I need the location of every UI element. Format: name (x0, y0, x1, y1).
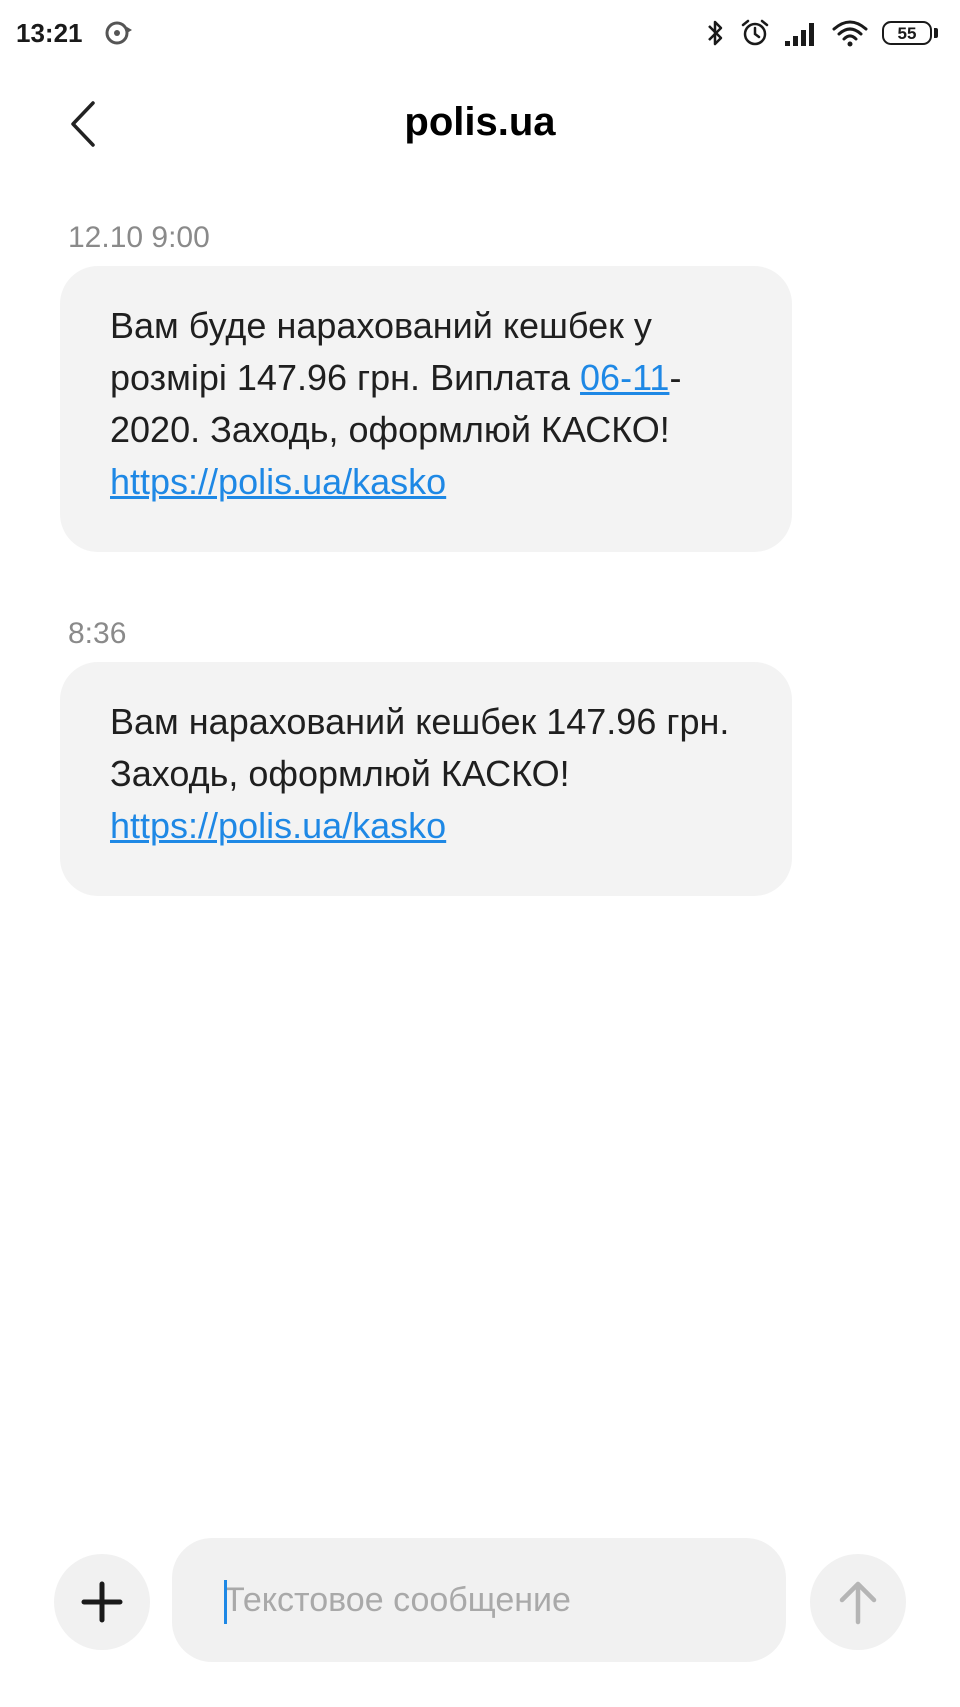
status-time: 13:21 (16, 18, 83, 48)
alarm-icon (741, 19, 769, 46)
message-timestamp: 8:36 (68, 617, 127, 650)
battery-icon: 55 (882, 20, 940, 46)
send-button[interactable] (810, 1554, 906, 1650)
bluetooth-icon (708, 20, 723, 46)
sync-icon (105, 21, 132, 45)
url-link[interactable]: https://polis.ua/kasko (110, 461, 446, 502)
message-input[interactable] (172, 1538, 786, 1662)
status-icons: 55 (704, 16, 940, 50)
status-bar: 13:21 55 (0, 0, 960, 68)
message-bubble[interactable]: Вам буде нарахований кешбек у розмірі 14… (60, 266, 792, 552)
message-text: Вам нарахований кешбек 147.96 грн. Заход… (110, 701, 730, 794)
url-link[interactable]: https://polis.ua/kasko (110, 805, 446, 846)
wifi-icon (832, 20, 868, 47)
add-attachment-button[interactable] (54, 1554, 150, 1650)
arrow-up-icon (839, 1581, 877, 1625)
composer-bar (0, 1530, 960, 1662)
message-item: 8:36 Вам нарахований кешбек 147.96 грн. … (60, 616, 792, 896)
message-bubble[interactable]: Вам нарахований кешбек 147.96 грн. Заход… (60, 662, 792, 896)
conversation-header: polis.ua (0, 68, 960, 178)
message-item: 12.10 9:00 Вам буде нарахований кешбек у… (60, 220, 792, 552)
message-text: Вам буде нарахований кешбек у розмірі 14… (110, 305, 652, 398)
text-caret (224, 1580, 227, 1624)
message-timestamp: 12.10 9:00 (68, 221, 210, 254)
date-link[interactable]: 06-11 (580, 357, 669, 398)
battery-level: 55 (882, 21, 932, 45)
signal-icon (785, 23, 814, 46)
plus-icon (81, 1581, 123, 1623)
contact-title: polis.ua (404, 100, 556, 144)
